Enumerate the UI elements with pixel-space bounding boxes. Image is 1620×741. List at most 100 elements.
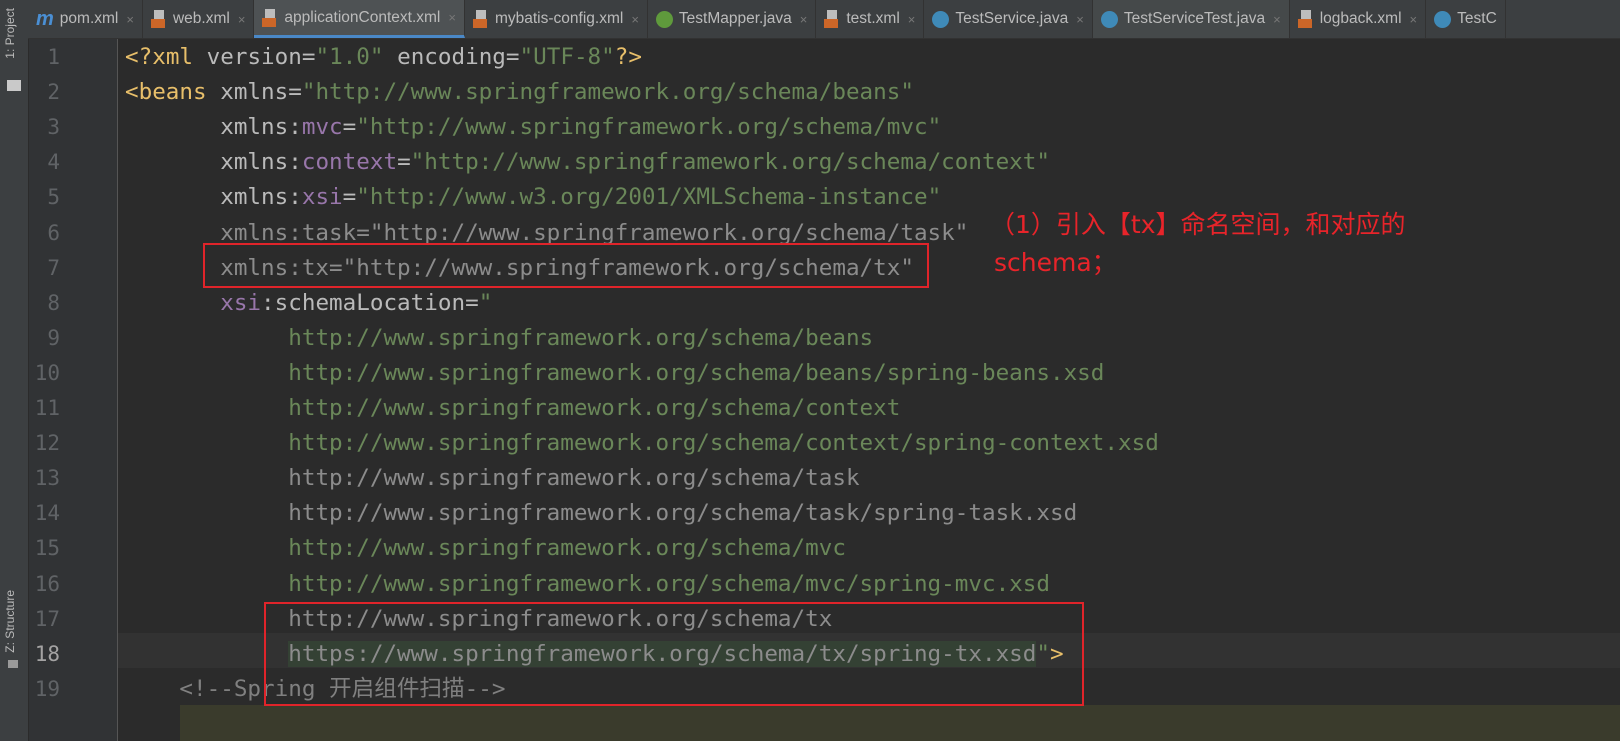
folder-icon[interactable] [7, 80, 21, 91]
code-token: xmlns: [220, 184, 302, 211]
code-token: = [505, 44, 520, 70]
tab-test-xml[interactable]: test.xml × [816, 0, 925, 38]
line-number: 8 [47, 290, 60, 315]
tab-label: web.xml [172, 10, 230, 27]
annotation-line-1: （1）引入【tx】命名空间，和对应的 [990, 210, 1406, 239]
line-number: 12 [34, 431, 60, 456]
line-number: 11 [34, 396, 60, 420]
tab-mybatis-config-xml[interactable]: mybatis-config.xml × [465, 0, 648, 38]
code-token: = [342, 184, 357, 211]
code-token: encoding [383, 44, 506, 70]
code-token: xml [152, 44, 207, 70]
line-number: 10 [34, 360, 60, 385]
tab-testservice-java[interactable]: TestService.java × [924, 0, 1093, 38]
code-token: http://www.springframework.org/schema/co… [288, 395, 901, 421]
close-icon[interactable]: × [1410, 12, 1418, 27]
code-token: xmlns [220, 79, 289, 106]
code-line[interactable]: http://www.springframework.org/schema/be… [125, 356, 1620, 391]
code-line[interactable]: xmlns:mvc="http://www.springframework.or… [125, 110, 1620, 145]
annotation-line-2: schema； [994, 248, 1117, 277]
close-icon[interactable]: × [238, 12, 246, 27]
code-line[interactable]: http://www.springframework.org/schema/mv… [125, 531, 1620, 566]
line-number: 6 [47, 220, 60, 245]
tab-label: applicationContext.xml [284, 8, 441, 26]
code-token: " [478, 289, 493, 316]
code-token: "http://www.springframework.org/schema/m… [356, 114, 942, 141]
code-token: "http://www.springframework.org/schema/b… [301, 79, 914, 106]
tab-pom-xml[interactable]: m pom.xml × [28, 0, 143, 38]
code-line[interactable]: http://www.springframework.org/schema/be… [125, 321, 1620, 356]
line-number: 7 [47, 255, 60, 280]
code-line[interactable]: http://www.springframework.org/schema/co… [125, 391, 1620, 426]
line-number: 19 [34, 676, 60, 701]
line-number: 18 [34, 641, 60, 666]
close-icon[interactable]: × [908, 12, 916, 27]
close-icon[interactable]: × [1273, 12, 1281, 27]
xml-file-icon [472, 10, 489, 28]
code-token: http://www.springframework.org/schema/ta… [288, 465, 860, 492]
tab-applicationcontext-xml[interactable]: applicationContext.xml × [254, 0, 465, 38]
code-token: mvc [301, 114, 343, 141]
code-token: xmlns: [220, 149, 302, 176]
code-token: http://www.springframework.org/schema/mv… [288, 535, 846, 562]
code-line[interactable]: http://www.springframework.org/schema/co… [125, 426, 1620, 461]
project-tool-button[interactable]: 1: Project [3, 8, 17, 59]
close-icon[interactable]: × [1076, 12, 1084, 27]
tab-testservicetest-java[interactable]: TestServiceTest.java × [1092, 0, 1290, 38]
code-line[interactable]: <?xml version="1.0" encoding="UTF-8"?> [125, 40, 1620, 75]
code-token: :schemaLocation [261, 289, 466, 316]
close-icon[interactable]: × [631, 12, 639, 27]
tab-web-xml[interactable]: web.xml × [143, 0, 255, 38]
code-token: = [465, 289, 479, 316]
structure-icon[interactable] [8, 660, 18, 668]
line-number: 16 [34, 571, 60, 596]
line-number: 2 [47, 80, 60, 105]
xml-file-icon [1297, 10, 1314, 28]
code-line[interactable]: <beans xmlns="http://www.springframework… [125, 75, 1620, 110]
close-icon[interactable]: × [448, 10, 456, 25]
code-token: http://www.springframework.org/schema/be… [288, 324, 874, 351]
highlight-box-schema-tx [264, 602, 1084, 706]
xml-file-icon [150, 10, 167, 28]
maven-icon: m [36, 8, 54, 30]
line-number: 17 [34, 606, 60, 631]
line-number: 5 [47, 185, 60, 210]
tab-testmapper-java[interactable]: TestMapper.java × [648, 0, 817, 38]
structure-tool-button[interactable]: Z: Structure [3, 590, 17, 653]
tab-testc[interactable]: TestC [1426, 0, 1506, 38]
line-number: 4 [47, 150, 60, 175]
code-line[interactable]: http://www.springframework.org/schema/mv… [125, 567, 1620, 602]
code-line[interactable]: http://www.springframework.org/schema/ta… [125, 496, 1620, 531]
code-token: http://www.springframework.org/schema/ta… [288, 500, 1078, 527]
code-token: http://www.springframework.org/schema/be… [288, 359, 1105, 386]
code-token: "UTF-8" [519, 44, 615, 70]
code-token: version [206, 44, 302, 70]
interface-icon [655, 10, 673, 28]
code-token: = [301, 44, 316, 70]
line-number: 14 [34, 501, 60, 526]
tab-label: pom.xml [59, 10, 119, 27]
code-token: context [301, 149, 398, 176]
tool-window-strip: 1: Project Z: Structure [0, 0, 29, 741]
close-icon[interactable]: × [800, 12, 808, 27]
code-token: <? [125, 44, 153, 70]
close-icon[interactable]: × [126, 12, 134, 27]
code-token: xmlns:task="http://www.springframework.o… [220, 219, 969, 246]
tab-logback-xml[interactable]: logback.xml × [1290, 0, 1427, 38]
code-line[interactable]: http://www.springframework.org/schema/ta… [125, 461, 1620, 496]
xml-file-icon [824, 10, 840, 28]
code-line[interactable]: xsi:schemaLocation=" [125, 286, 1620, 321]
code-line[interactable]: xmlns:context="http://www.springframewor… [125, 145, 1620, 180]
